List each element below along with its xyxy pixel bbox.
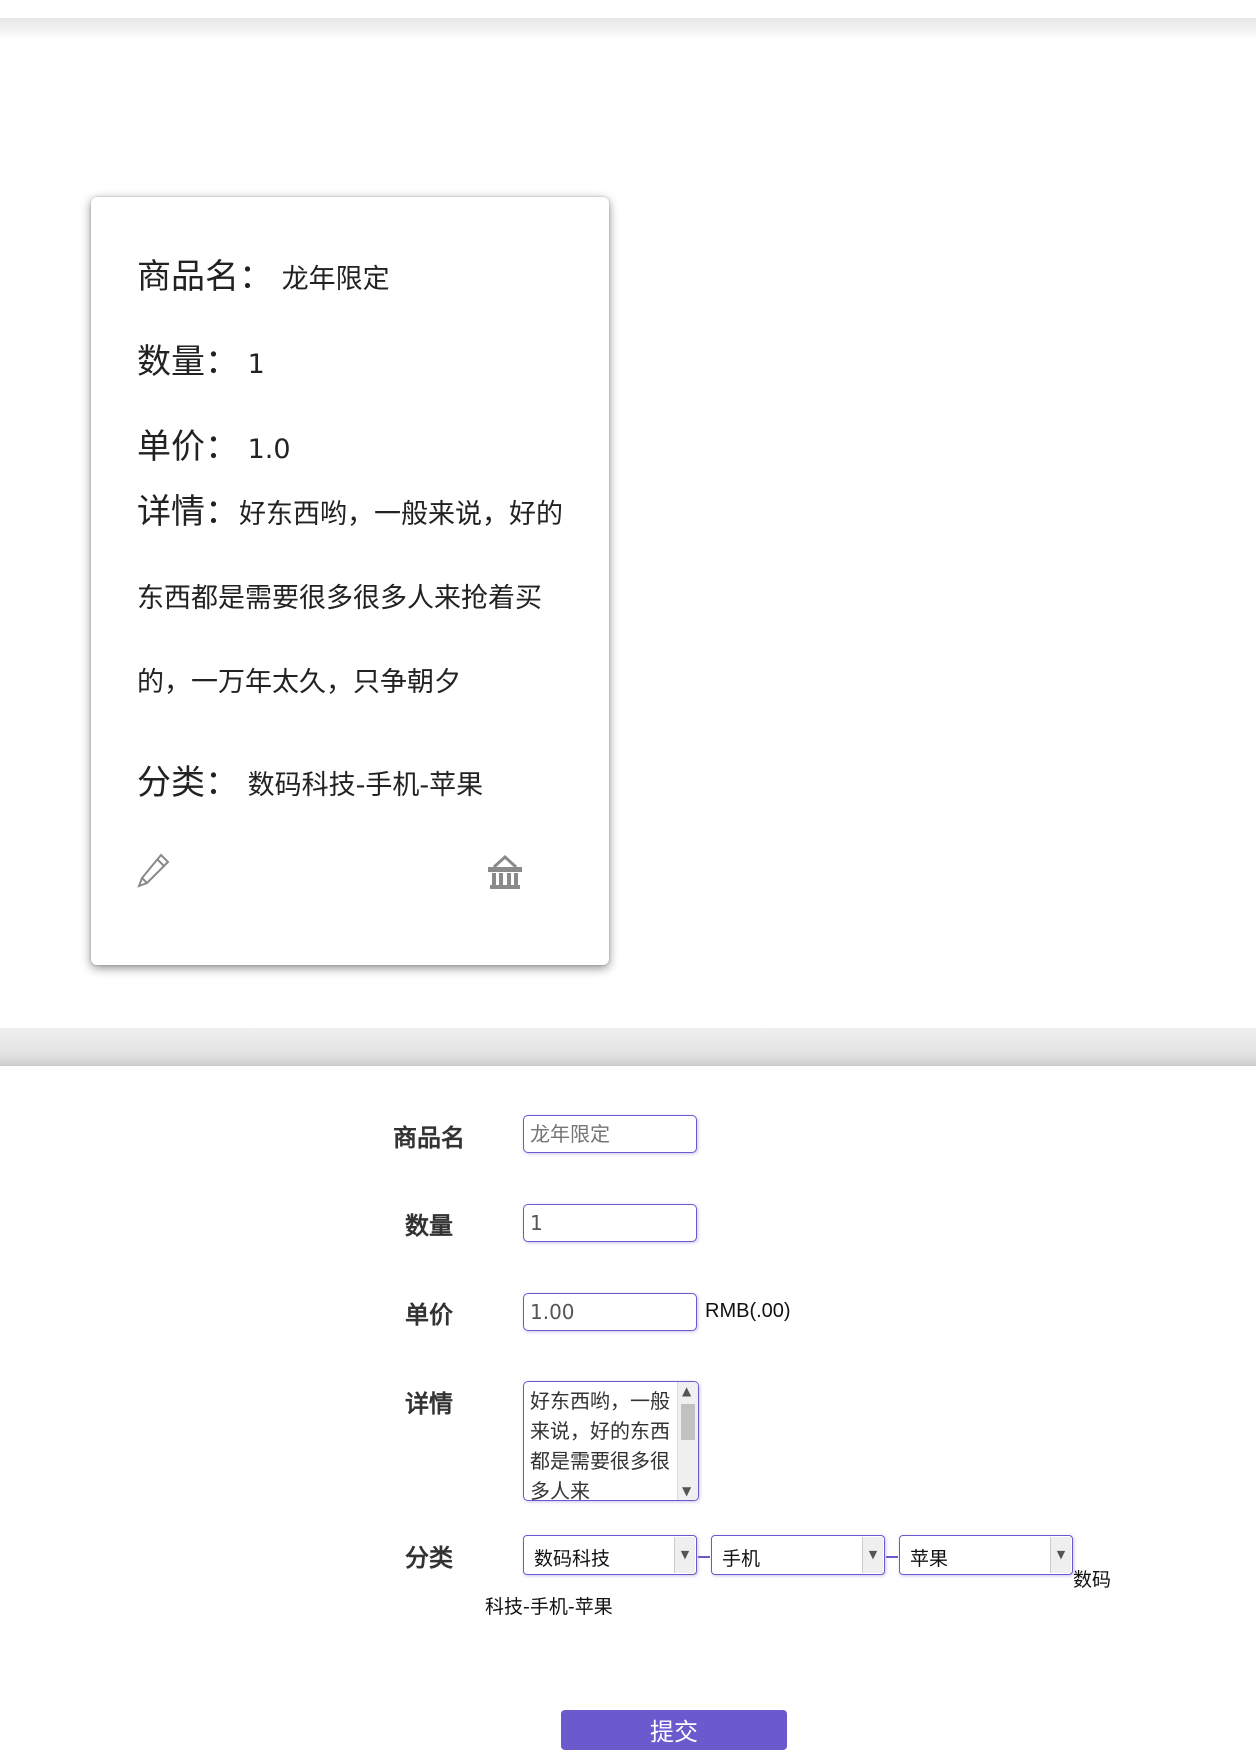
- chevron-down-icon: ▼: [862, 1537, 883, 1573]
- submit-button[interactable]: 提交: [561, 1710, 787, 1750]
- card-price-label: 单价：: [137, 427, 239, 467]
- category-select-3[interactable]: 苹果 ▼: [899, 1535, 1073, 1575]
- category-select-2-value: 手机: [722, 1548, 761, 1570]
- form-price-label: 单价: [405, 1301, 453, 1329]
- form-detail-label: 详情: [405, 1390, 453, 1418]
- category-select-2[interactable]: 手机 ▼: [711, 1535, 885, 1575]
- card-detail-row: 详情：好东西哟，一般来说，好的东西都是需要很多很多人来抢着买的，一万年太久，只争…: [137, 470, 569, 725]
- quantity-value: 1: [530, 1211, 543, 1235]
- section-divider-band: [0, 1028, 1256, 1066]
- detail-textarea[interactable]: 好东西哟，一般来说，好的东西都是需要很多很多人来 ▲ ▼: [523, 1381, 699, 1501]
- chevron-down-icon: ▼: [1050, 1537, 1071, 1573]
- price-value: 1.00: [530, 1300, 575, 1324]
- product-name-input[interactable]: [523, 1115, 697, 1153]
- card-qty-row: 数量： 1: [137, 320, 569, 407]
- price-input[interactable]: 1.00: [523, 1293, 697, 1331]
- card-category-label: 分类：: [137, 763, 239, 803]
- chevron-down-icon: ▼: [674, 1537, 695, 1573]
- category-result-text-b: 科技-手机-苹果: [485, 1596, 613, 1618]
- price-unit: RMB(.00): [705, 1300, 791, 1322]
- card-price-value: 1.0: [247, 434, 291, 465]
- card-name-value: 龙年限定: [281, 264, 390, 295]
- card-name-row: 商品名： 龙年限定: [137, 235, 569, 322]
- category-select-1[interactable]: 数码科技 ▼: [523, 1535, 697, 1575]
- pencil-icon[interactable]: [135, 852, 171, 890]
- textarea-scrollbar[interactable]: ▲ ▼: [677, 1382, 698, 1500]
- scroll-thumb[interactable]: [681, 1404, 695, 1440]
- card-category-value: 数码科技-手机-苹果: [247, 770, 484, 801]
- scroll-up-icon[interactable]: ▲: [682, 1384, 691, 1398]
- quantity-input[interactable]: 1: [523, 1204, 697, 1242]
- category-connector: [698, 1556, 710, 1558]
- card-category-row: 分类： 数码科技-手机-苹果: [137, 741, 569, 828]
- category-result-text-a: 数码: [1073, 1569, 1112, 1591]
- form-qty-label: 数量: [405, 1212, 453, 1240]
- category-select-3-value: 苹果: [910, 1548, 949, 1570]
- category-connector: [886, 1556, 898, 1558]
- basket-icon[interactable]: [486, 854, 524, 891]
- card-detail-label: 详情：: [137, 492, 239, 532]
- card-qty-value: 1: [247, 349, 265, 380]
- product-card: 商品名： 龙年限定 数量： 1 单价： 1.0 详情：好东西哟，一般来说，好的东…: [91, 197, 609, 965]
- card-qty-label: 数量：: [137, 342, 239, 382]
- category-select-1-value: 数码科技: [534, 1548, 611, 1570]
- card-name-label: 商品名：: [137, 257, 273, 297]
- detail-text: 好东西哟，一般来说，好的东西都是需要很多很多人来: [530, 1389, 670, 1501]
- scroll-down-icon[interactable]: ▼: [682, 1484, 691, 1498]
- form-category-label: 分类: [405, 1544, 453, 1572]
- form-name-label: 商品名: [393, 1124, 465, 1152]
- top-divider-band: [0, 18, 1256, 40]
